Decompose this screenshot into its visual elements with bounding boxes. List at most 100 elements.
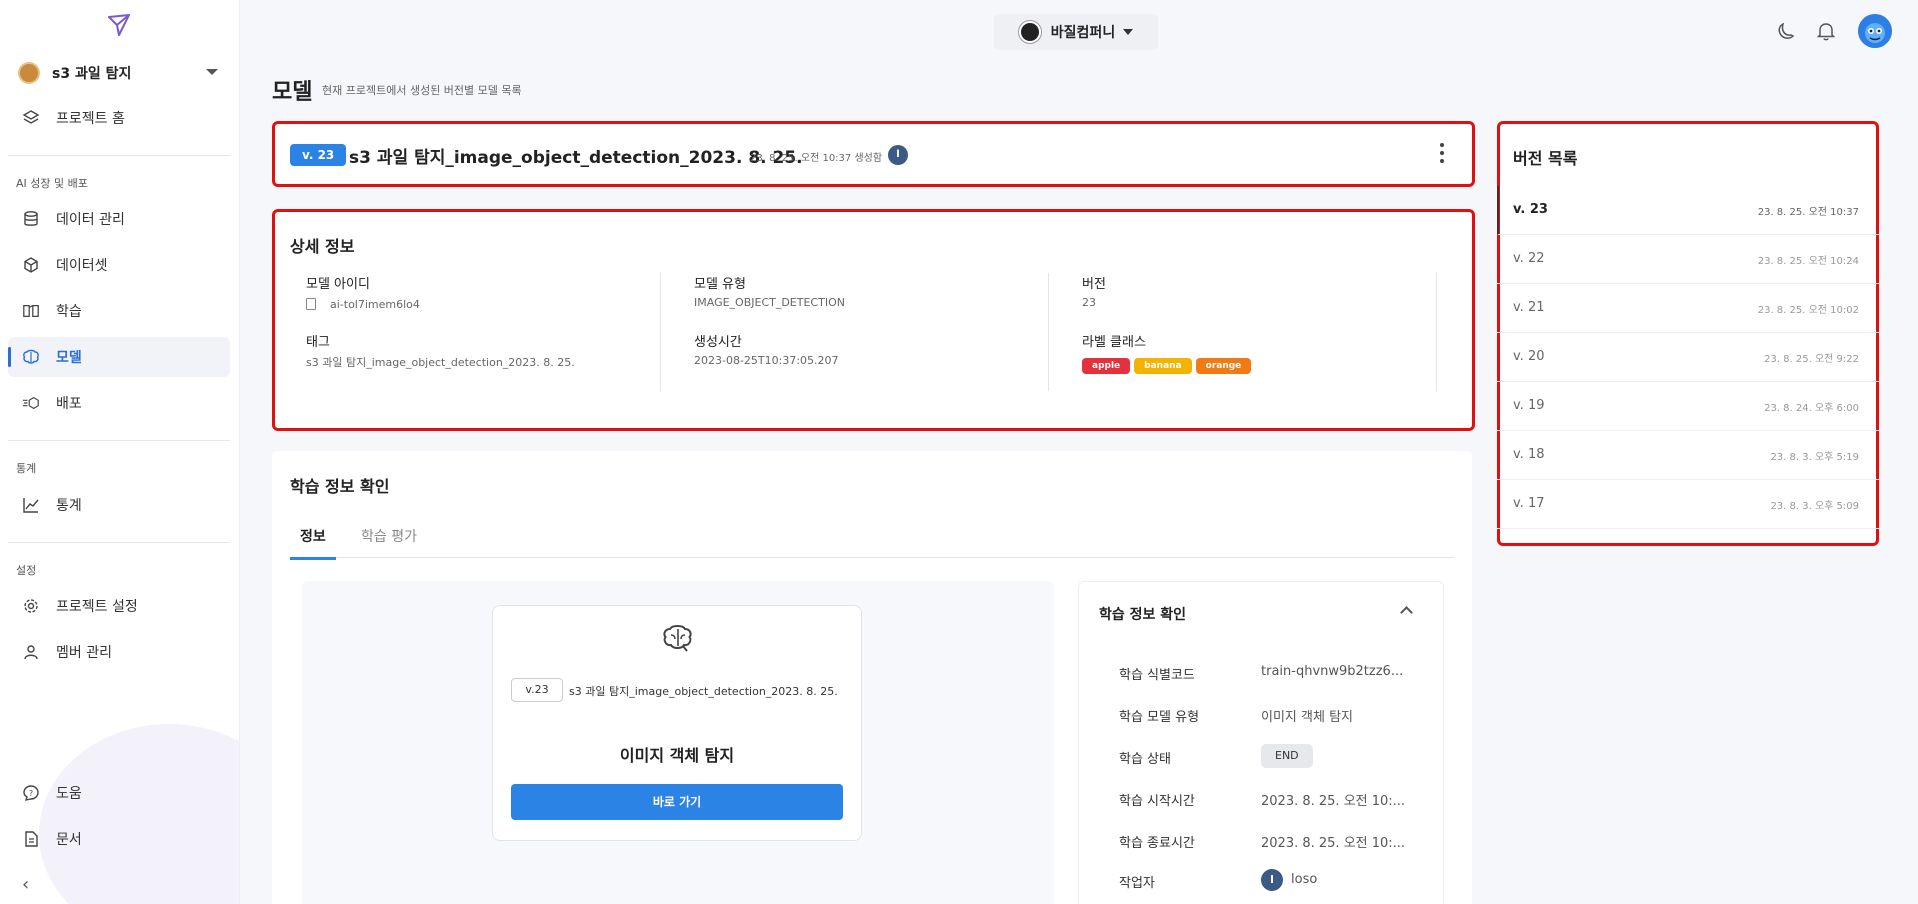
brain-icon: [663, 625, 692, 652]
info-label: 학습 종료시간: [1119, 836, 1195, 851]
version-time: 23. 8. 3. 오후 5:19: [1770, 452, 1859, 463]
field-label: 라벨 클래스: [1082, 335, 1146, 350]
training-detail-title: 학습 정보 확인: [1099, 607, 1187, 623]
field-label: 버전: [1082, 277, 1106, 292]
sidebar-item-statistics[interactable]: 통계: [8, 485, 230, 525]
tag-value: s3 과일 탐지_image_object_detection_2023. 8.…: [306, 356, 575, 369]
gear-icon: [22, 597, 40, 615]
class-chip-apple: apple: [1082, 358, 1131, 374]
paper-plane-logo-icon[interactable]: [106, 12, 132, 38]
status-badge: END: [1261, 744, 1313, 768]
creator-avatar: l: [888, 145, 908, 165]
sidebar-item-dataset[interactable]: 데이터셋: [8, 245, 230, 285]
info-label: 학습 시작시간: [1119, 794, 1195, 809]
model-id-field: 모델 아이디 ai-tol7imem6lo4: [306, 273, 420, 311]
model-created-meta: 23. 8. 25. 오전 10:37 생성함: [750, 153, 883, 164]
cube-icon: [22, 256, 40, 274]
worker-name: loso: [1291, 872, 1318, 887]
version-label: v. 17: [1513, 496, 1545, 511]
chevron-up-icon[interactable]: [1400, 606, 1413, 619]
model-header-card: v. 23 s3 과일 탐지_image_object_detection_20…: [272, 121, 1475, 187]
field-label: 모델 아이디: [306, 277, 370, 292]
sidebar-item-help[interactable]: ? 도움: [8, 773, 230, 813]
company-avatar: [1018, 21, 1041, 43]
help-bubble-icon: ?: [22, 784, 40, 802]
version-item[interactable]: v. 17 23. 8. 3. 오후 5:09: [1497, 480, 1879, 529]
collapse-sidebar-button[interactable]: ‹: [22, 874, 29, 895]
sidebar-item-project-settings[interactable]: 프로젝트 설정: [8, 586, 230, 626]
info-row-model-type: 학습 모델 유형 이미지 객체 탐지: [1119, 704, 1429, 725]
version-label: v. 22: [1513, 251, 1545, 266]
detail-title: 상세 정보: [290, 237, 355, 256]
info-row-end-time: 학습 종료시간 2023. 8. 25. 오전 10:...: [1119, 830, 1429, 851]
tag-field: 태그 s3 과일 탐지_image_object_detection_2023.…: [306, 331, 575, 370]
field-label: 태그: [306, 335, 330, 350]
book-icon: [22, 302, 40, 320]
company-name: 바질컴퍼니: [1050, 25, 1116, 41]
info-value: 2023. 8. 25. 오전 10:...: [1261, 794, 1406, 809]
version-label: v. 19: [1513, 398, 1545, 413]
sidebar-item-label: 학습: [56, 304, 82, 320]
label-classes-field: 라벨 클래스 apple banana orange: [1082, 331, 1255, 374]
more-options-icon[interactable]: [1439, 143, 1445, 163]
bell-icon[interactable]: [1815, 20, 1837, 42]
model-id-value: ai-tol7imem6lo4: [330, 298, 420, 311]
sidebar-item-label: 데이터 관리: [56, 212, 125, 228]
info-value: 2023. 8. 25. 오전 10:...: [1261, 836, 1406, 851]
version-item[interactable]: v. 19 23. 8. 24. 오후 6:00: [1497, 382, 1879, 431]
svg-text:?: ?: [29, 789, 33, 798]
detail-column: 모델 아이디 ai-tol7imem6lo4 태그 s3 과일 탐지_image…: [306, 273, 661, 391]
sidebar-item-label: 통계: [56, 498, 82, 514]
sidebar-item-member-management[interactable]: 멤버 관리: [8, 632, 230, 672]
version-item[interactable]: v. 20 23. 8. 25. 오전 9:22: [1497, 333, 1879, 382]
worker-avatar: l: [1261, 869, 1283, 891]
model-summary-card: v.23 s3 과일 탐지_image_object_detection_202…: [492, 605, 862, 841]
sidebar-item-training[interactable]: 학습: [8, 291, 230, 331]
sidebar-item-deploy[interactable]: 배포: [8, 383, 230, 423]
divider: [8, 542, 230, 543]
version-item[interactable]: v. 22 23. 8. 25. 오전 10:24: [1497, 235, 1879, 284]
tab-bar: 정보 학습 평가: [290, 516, 1454, 560]
training-detail-panel: 학습 정보 확인 학습 식별코드 train-qhvnw9b2tzz6... 학…: [1078, 581, 1444, 904]
version-time: 23. 8. 25. 오전 10:24: [1757, 256, 1859, 267]
card-model-type: 이미지 객체 탐지: [619, 746, 735, 765]
layers-icon: [22, 109, 40, 127]
version-time: 23. 8. 3. 오후 5:09: [1770, 501, 1859, 512]
tab-info[interactable]: 정보: [290, 526, 336, 560]
version-label: v. 20: [1513, 349, 1545, 364]
created-value: 2023-08-25T10:37:05.207: [694, 354, 839, 367]
section-label-settings: 설정: [16, 564, 37, 577]
project-selector[interactable]: s3 과일 탐지: [18, 58, 218, 88]
info-row-start-time: 학습 시작시간 2023. 8. 25. 오전 10:...: [1119, 788, 1429, 809]
version-time: 23. 8. 25. 오전 10:37: [1757, 207, 1859, 218]
version-time: 23. 8. 25. 오전 10:02: [1757, 305, 1859, 316]
company-selector[interactable]: 바질컴퍼니: [994, 14, 1158, 50]
copy-icon[interactable]: [306, 298, 316, 310]
sidebar-item-data-management[interactable]: 데이터 관리: [8, 199, 230, 239]
user-avatar[interactable]: [1858, 14, 1892, 48]
training-title: 학습 정보 확인: [290, 477, 390, 496]
go-to-button[interactable]: 바로 가기: [511, 784, 843, 820]
moon-icon[interactable]: [1776, 20, 1798, 42]
model-summary-panel: v.23 s3 과일 탐지_image_object_detection_202…: [302, 581, 1054, 904]
sidebar: s3 과일 탐지 프로젝트 홈 AI 성장 및 배포 데이터 관리 데이터셋 학…: [0, 0, 240, 904]
section-label-stats: 통계: [16, 462, 37, 475]
version-item[interactable]: v. 23 23. 8. 25. 오전 10:37: [1497, 186, 1879, 235]
tab-training-evaluation[interactable]: 학습 평가: [361, 526, 417, 546]
version-item[interactable]: v. 21 23. 8. 25. 오전 10:02: [1497, 284, 1879, 333]
detail-column: 모델 유형 IMAGE_OBJECT_DETECTION 생성시간 2023-0…: [694, 273, 1049, 391]
model-title: s3 과일 탐지_image_object_detection_2023. 8.…: [349, 148, 803, 168]
version-item[interactable]: v. 18 23. 8. 3. 오후 5:19: [1497, 431, 1879, 480]
divider: [8, 440, 230, 441]
version-badge: v. 23: [290, 144, 347, 166]
field-label: 모델 유형: [694, 277, 746, 292]
sidebar-item-label: 문서: [56, 832, 82, 848]
info-row-worker: 작업자 l loso: [1119, 869, 1429, 891]
sidebar-item-docs[interactable]: 문서: [8, 819, 230, 859]
user-icon: [22, 643, 40, 661]
card-version-tag: v.23: [511, 678, 563, 702]
class-chip-orange: orange: [1195, 358, 1252, 374]
version-list-card: 버전 목록 v. 23 23. 8. 25. 오전 10:37 v. 22 23…: [1497, 121, 1879, 546]
sidebar-item-project-home[interactable]: 프로젝트 홈: [8, 98, 230, 138]
sidebar-item-model[interactable]: 모델: [8, 337, 230, 377]
